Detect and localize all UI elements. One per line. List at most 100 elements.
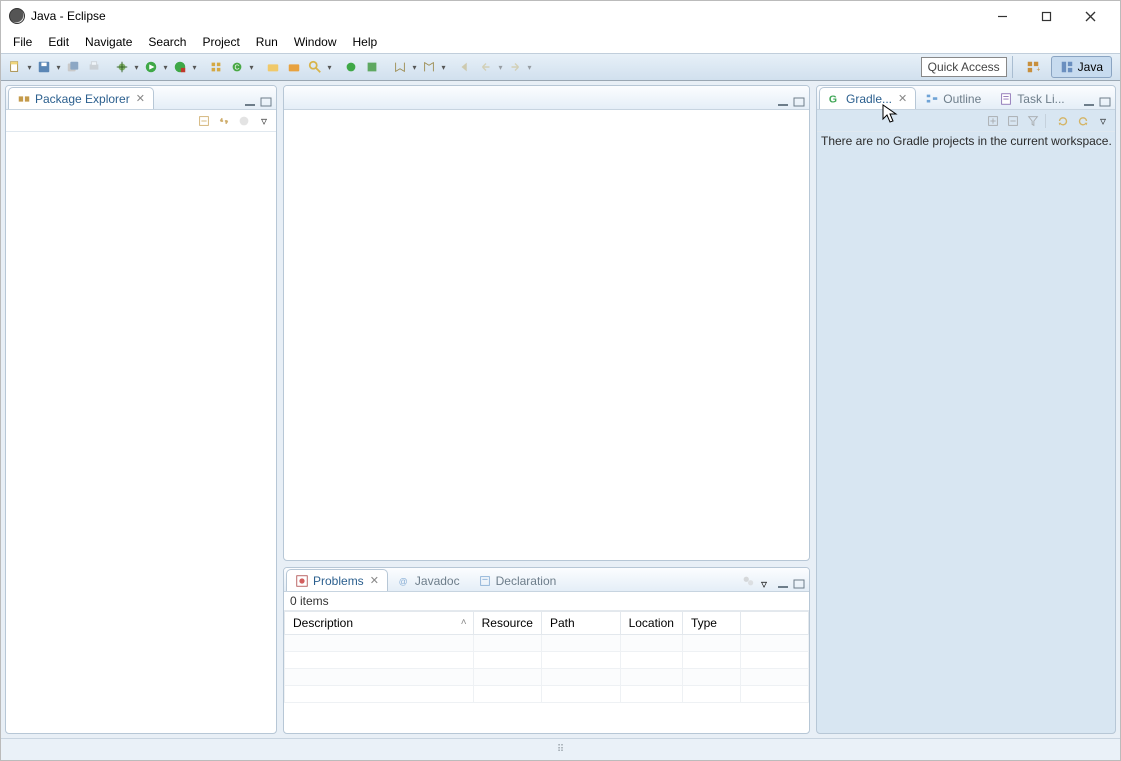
menu-search[interactable]: Search bbox=[140, 32, 194, 52]
prev-annotation-dropdown[interactable]: ▾ bbox=[440, 63, 447, 72]
forward-button[interactable] bbox=[505, 57, 525, 77]
coverage-button[interactable] bbox=[170, 57, 190, 77]
menu-window[interactable]: Window bbox=[286, 32, 345, 52]
table-row bbox=[285, 686, 809, 703]
window-title: Java - Eclipse bbox=[31, 9, 980, 23]
new-button[interactable] bbox=[5, 57, 25, 77]
editor-minimize-icon[interactable] bbox=[775, 95, 791, 109]
refresh-icon[interactable] bbox=[1055, 113, 1071, 129]
outline-tab[interactable]: Outline bbox=[916, 87, 990, 109]
run-dropdown[interactable]: ▾ bbox=[162, 63, 169, 72]
window-close-button[interactable] bbox=[1068, 1, 1112, 31]
col-location[interactable]: Location bbox=[620, 612, 682, 635]
right-tabbar: G Gradle... ✕ Outline Task Li... bbox=[817, 86, 1115, 110]
col-path[interactable]: Path bbox=[541, 612, 620, 635]
prev-annotation-button[interactable] bbox=[419, 57, 439, 77]
col-extra[interactable] bbox=[740, 612, 808, 635]
save-button[interactable] bbox=[34, 57, 54, 77]
col-type[interactable]: Type bbox=[682, 612, 740, 635]
view-maximize-icon[interactable] bbox=[258, 95, 274, 109]
view-menu-icon[interactable]: ▿ bbox=[761, 577, 775, 591]
menu-file[interactable]: File bbox=[5, 32, 40, 52]
close-icon[interactable]: ✕ bbox=[898, 92, 907, 105]
java-perspective-button[interactable]: Java bbox=[1051, 56, 1112, 78]
quick-access-field[interactable]: Quick Access bbox=[921, 57, 1007, 77]
debug-button[interactable] bbox=[112, 57, 132, 77]
main-toolbar: ▾ ▾ ▾ ▾ ▾ C ▾ ▾ ▾ ▾ ▾ ▾ Quick Access + Ja… bbox=[1, 53, 1120, 81]
package-explorer-tab[interactable]: Package Explorer ✕ bbox=[8, 87, 154, 109]
table-row bbox=[285, 652, 809, 669]
open-type-button[interactable] bbox=[263, 57, 283, 77]
search-button[interactable] bbox=[305, 57, 325, 77]
window-minimize-button[interactable] bbox=[980, 1, 1024, 31]
view-menu-icon[interactable]: ▿ bbox=[1095, 113, 1111, 129]
declaration-tab[interactable]: Declaration bbox=[469, 569, 566, 591]
outline-tab-label: Outline bbox=[943, 92, 981, 106]
skip-breakpoints-button[interactable] bbox=[362, 57, 382, 77]
package-explorer-view: Package Explorer ✕ ▿ bbox=[5, 85, 277, 734]
view-menu-icon[interactable]: ▿ bbox=[256, 113, 272, 129]
titlebar: Java - Eclipse bbox=[1, 1, 1120, 31]
back-dropdown[interactable]: ▾ bbox=[497, 63, 504, 72]
javadoc-tab[interactable]: @ Javadoc bbox=[388, 569, 469, 591]
menu-navigate[interactable]: Navigate bbox=[77, 32, 140, 52]
save-all-button[interactable] bbox=[63, 57, 83, 77]
back-history-button[interactable] bbox=[455, 57, 475, 77]
focus-task-icon[interactable] bbox=[236, 113, 252, 129]
search-dropdown[interactable]: ▾ bbox=[326, 63, 333, 72]
new-class-dropdown[interactable]: ▾ bbox=[248, 63, 255, 72]
back-button[interactable] bbox=[476, 57, 496, 77]
filter-icon[interactable] bbox=[1025, 113, 1041, 129]
close-icon[interactable]: ✕ bbox=[136, 92, 145, 105]
forward-dropdown[interactable]: ▾ bbox=[526, 63, 533, 72]
package-explorer-tabbar: Package Explorer ✕ bbox=[6, 86, 276, 110]
eclipse-icon bbox=[9, 8, 25, 24]
col-description[interactable]: Description˄ bbox=[285, 612, 474, 635]
next-annotation-dropdown[interactable]: ▾ bbox=[411, 63, 418, 72]
problems-tab[interactable]: Problems ✕ bbox=[286, 569, 388, 591]
col-resource[interactable]: Resource bbox=[473, 612, 541, 635]
link-selection-icon[interactable] bbox=[1075, 113, 1091, 129]
toggle-breakpoint-button[interactable] bbox=[341, 57, 361, 77]
window-maximize-button[interactable] bbox=[1024, 1, 1068, 31]
svg-text:@: @ bbox=[399, 576, 408, 586]
gradle-empty-message: There are no Gradle projects in the curr… bbox=[817, 132, 1115, 150]
menu-run[interactable]: Run bbox=[248, 32, 286, 52]
print-button[interactable] bbox=[84, 57, 104, 77]
sort-asc-icon: ˄ bbox=[461, 617, 467, 628]
new-package-button[interactable] bbox=[206, 57, 226, 77]
view-minimize-icon[interactable] bbox=[242, 95, 258, 109]
svg-text:G: G bbox=[829, 93, 837, 105]
link-editor-icon[interactable] bbox=[216, 113, 232, 129]
gradle-tab[interactable]: G Gradle... ✕ bbox=[819, 87, 916, 109]
new-class-button[interactable]: C bbox=[227, 57, 247, 77]
menu-help[interactable]: Help bbox=[345, 32, 386, 52]
open-perspective-button[interactable]: + bbox=[1017, 56, 1049, 78]
run-button[interactable] bbox=[141, 57, 161, 77]
close-icon[interactable]: ✕ bbox=[370, 574, 379, 587]
expand-all-icon[interactable] bbox=[985, 113, 1001, 129]
declaration-tab-label: Declaration bbox=[496, 574, 557, 588]
view-maximize-icon[interactable] bbox=[791, 577, 807, 591]
collapse-all-icon[interactable] bbox=[1005, 113, 1021, 129]
javadoc-icon: @ bbox=[397, 574, 411, 588]
tasklist-tab[interactable]: Task Li... bbox=[990, 87, 1073, 109]
view-minimize-icon[interactable] bbox=[1081, 95, 1097, 109]
editor-maximize-icon[interactable] bbox=[791, 95, 807, 109]
menu-project[interactable]: Project bbox=[194, 32, 247, 52]
view-maximize-icon[interactable] bbox=[1097, 95, 1113, 109]
save-dropdown[interactable]: ▾ bbox=[55, 63, 62, 72]
collapse-all-icon[interactable] bbox=[196, 113, 212, 129]
next-annotation-button[interactable] bbox=[390, 57, 410, 77]
perspective-switcher: + Java bbox=[1012, 56, 1116, 78]
new-dropdown[interactable]: ▾ bbox=[26, 63, 33, 72]
debug-dropdown[interactable]: ▾ bbox=[133, 63, 140, 72]
menu-edit[interactable]: Edit bbox=[40, 32, 77, 52]
gradle-body: There are no Gradle projects in the curr… bbox=[817, 132, 1115, 733]
package-explorer-body bbox=[6, 132, 276, 733]
svg-text:C: C bbox=[234, 65, 239, 72]
coverage-dropdown[interactable]: ▾ bbox=[191, 63, 198, 72]
view-minimize-icon[interactable] bbox=[775, 577, 791, 591]
open-task-button[interactable] bbox=[284, 57, 304, 77]
problems-filter-icon[interactable] bbox=[741, 574, 757, 591]
